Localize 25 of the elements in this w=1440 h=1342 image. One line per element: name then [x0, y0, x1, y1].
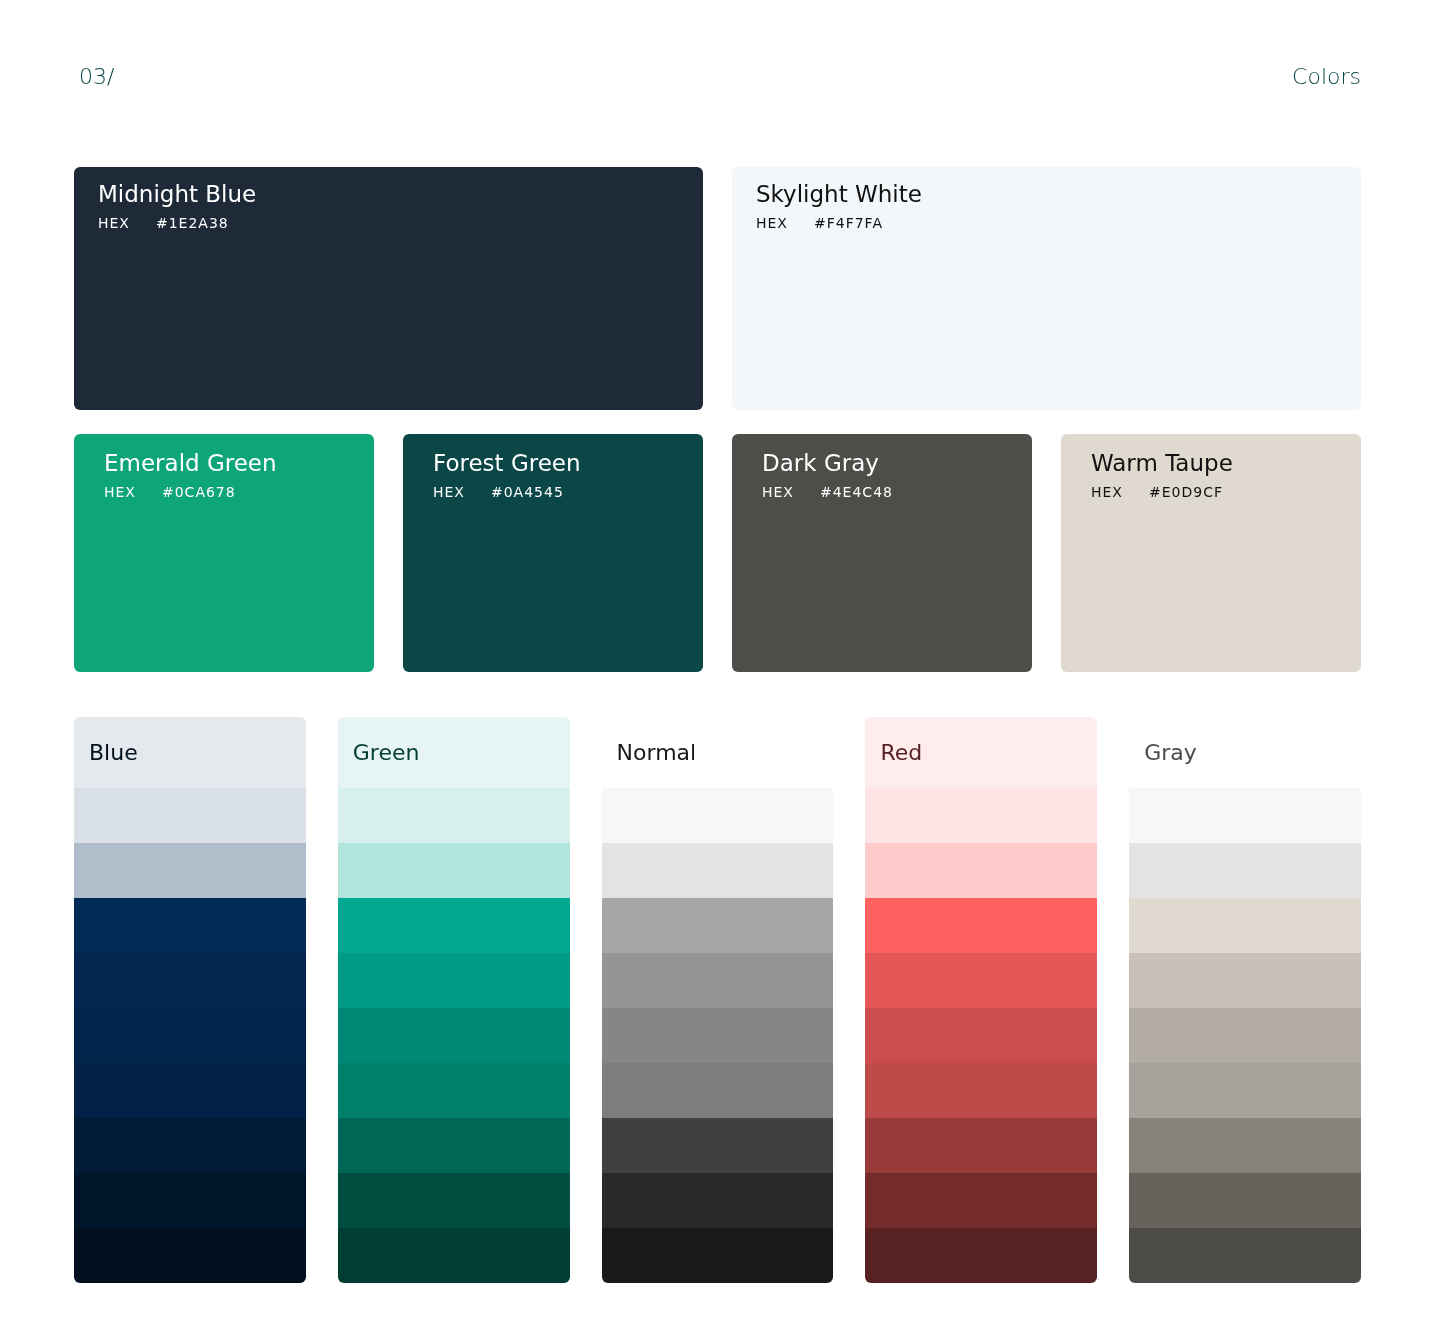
ramp-name: Green — [352, 740, 420, 765]
color-name: Emerald Green — [104, 450, 278, 476]
hex-value: #E0D9CF — [1148, 484, 1223, 500]
hex-value: #4E4C48 — [819, 484, 893, 500]
hex-label: HEX — [762, 484, 794, 500]
page-title: Colors — [1292, 63, 1361, 89]
color-name: Skylight White — [756, 181, 923, 207]
color-name: Warm Taupe — [1091, 450, 1234, 476]
ramp-name: Red — [880, 740, 923, 765]
color-name: Midnight Blue — [98, 181, 258, 207]
hex-value: #0A4545 — [490, 484, 564, 500]
hex-label: HEX — [98, 215, 130, 231]
hex-value: #F4F7FA — [813, 215, 883, 231]
hex-value: #1E2A38 — [155, 215, 229, 231]
ramp-name: Normal — [616, 740, 697, 765]
ramp-name: Gray — [1144, 740, 1197, 765]
color-name: Dark Gray — [762, 450, 880, 476]
section-number: 03/ — [79, 63, 115, 89]
color-name: Forest Green — [433, 450, 582, 476]
hex-label: HEX — [1091, 484, 1123, 500]
hex-label: HEX — [756, 215, 788, 231]
hex-value: #0CA678 — [161, 484, 236, 500]
hex-label: HEX — [433, 484, 465, 500]
ramp-name: Blue — [89, 740, 138, 765]
hex-label: HEX — [104, 484, 136, 500]
